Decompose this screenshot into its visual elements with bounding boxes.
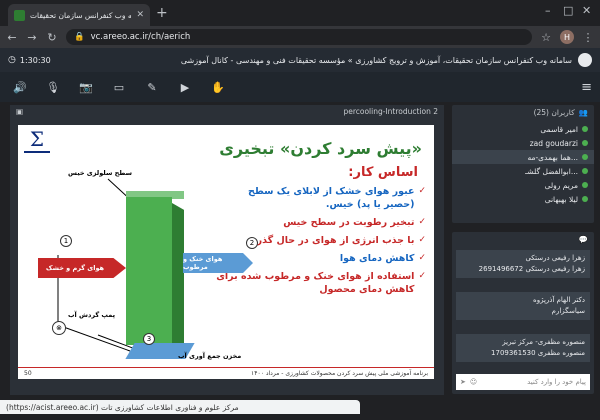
media-icon[interactable]: ▶ xyxy=(173,77,197,97)
chat-message: دکتر الهام آذرپژوه سیاسگزارم xyxy=(456,292,590,320)
user-row[interactable]: لیلا بهبهانی xyxy=(452,192,594,206)
user-row[interactable]: امیر قاسمی xyxy=(452,122,594,136)
back-icon[interactable]: ← xyxy=(6,31,18,44)
online-status-icon xyxy=(582,182,588,188)
minimize-icon[interactable]: – xyxy=(545,4,551,17)
slide-heading: اساس کار: xyxy=(348,165,418,180)
pump-label: پمپ گردش آب xyxy=(68,311,116,319)
chat-message: منصوره مظفری- مرکز تبریز منصوره مظفری 17… xyxy=(456,334,590,362)
evaporative-cooling-diagram: سطح سلولزی خیس هوای گرم و خشک هوای خنک و… xyxy=(38,165,258,365)
users-header: کاربران (25) 👥 xyxy=(533,107,588,117)
maximize-icon[interactable]: □ xyxy=(563,4,573,17)
diagram-number: 1 xyxy=(60,235,72,247)
browser-menu-icon[interactable]: ⋮ xyxy=(582,31,594,44)
raise-hand-icon[interactable]: ✋ xyxy=(206,77,230,97)
checkmark-icon: ✓ xyxy=(418,217,426,227)
presentation-header: ▣ percooling-Introduction 2 xyxy=(10,105,444,118)
chat-placeholder: پیام خود را وارد کنید xyxy=(527,378,586,386)
close-window-icon[interactable]: ✕ xyxy=(582,4,591,17)
checkmark-icon: ✓ xyxy=(418,253,426,263)
online-status-icon xyxy=(582,154,588,160)
presentation-area: ▣ percooling-Introduction 2 Σ «پیش سرد ک… xyxy=(10,105,444,395)
presentation-name: percooling-Introduction 2 xyxy=(343,107,438,116)
user-row[interactable]: مریم رولی xyxy=(452,178,594,192)
url-field[interactable]: 🔒 vc.areeo.ac.ir/ch/aerich xyxy=(66,29,532,45)
status-bar: مرکز علوم و فناوری اطلاعات کشاورزی تات (… xyxy=(0,400,360,414)
reload-icon[interactable]: ↻ xyxy=(46,31,58,44)
diagram-number: 2 xyxy=(246,237,258,249)
online-status-icon xyxy=(582,140,588,146)
audio-speaker-icon[interactable]: 🔊 xyxy=(8,77,32,97)
bullet-item: ✓ استفاده از هوای خنک و مرطوب شده برای کا… xyxy=(216,271,426,295)
slide: Σ «پیش سرد کردن» تبخیری اساس کار: ✓ عبور … xyxy=(18,125,434,379)
clock-icon: ◷ xyxy=(8,55,16,65)
forward-icon[interactable]: → xyxy=(26,31,38,44)
online-status-icon xyxy=(582,126,588,132)
tab-close-icon[interactable]: ✕ xyxy=(136,10,144,20)
checkmark-icon: ✓ xyxy=(418,271,426,281)
users-list: امیر قاسمی zad goudarzi هما بهمدی-مه... … xyxy=(452,122,594,206)
toolbar: 🔊 🎙 📷 ▭ ✎ ▶ ✋ ≡ xyxy=(0,72,600,102)
screen-share-icon[interactable]: ▭ xyxy=(107,77,131,97)
bullet-item: ✓ عبور هوای خشک از لابلای یک سطح (حصیر یا… xyxy=(248,186,426,210)
lock-icon: 🔒 xyxy=(74,32,85,42)
tab-bar: سامانه وب کنفرانس سازمان تحقیقات... ✕ + … xyxy=(0,0,600,26)
app-logo xyxy=(578,53,592,67)
app-header: ◷ 1:30:30 سامانه وب کنفرانس سازمان تحقیق… xyxy=(0,48,600,72)
pad-side xyxy=(172,203,184,358)
mic-muted-icon[interactable]: 🎙 xyxy=(41,77,65,97)
new-tab-icon[interactable]: + xyxy=(156,5,168,21)
chat-panel: 💬 زهرا رفیعی درستکی زهرا رفیعی درستکی 26… xyxy=(452,232,594,394)
emoji-icon[interactable]: ☺ xyxy=(470,378,477,386)
hide-presentation-icon[interactable]: ▣ xyxy=(16,107,23,116)
cellulose-pad xyxy=(126,197,172,345)
pen-tool-icon[interactable]: ✎ xyxy=(140,77,164,97)
users-group-icon: 👥 xyxy=(578,107,588,117)
chat-input[interactable]: ➤ ☺ پیام خود را وارد کنید xyxy=(456,374,590,390)
meeting-title: سامانه وب کنفرانس سازمان تحقیقات، آموزش … xyxy=(180,55,572,65)
url-text: vc.areeo.ac.ir/ch/aerich xyxy=(90,32,191,42)
profile-avatar[interactable]: H xyxy=(560,30,574,44)
user-row[interactable]: zad goudarzi xyxy=(452,136,594,150)
hot-air-arrow: هوای گرم و خشک xyxy=(38,258,126,278)
tank-label: مخزن جمع آوری آب xyxy=(178,352,242,360)
checkmark-icon: ✓ xyxy=(418,235,426,245)
online-status-icon xyxy=(582,168,588,174)
chat-header: 💬 xyxy=(452,232,594,246)
chat-message: زهرا رفیعی درستکی زهرا رفیعی درستکی 2691… xyxy=(456,250,590,278)
favicon-icon xyxy=(14,9,25,21)
checkmark-icon: ✓ xyxy=(418,186,426,196)
slide-logo: Σ xyxy=(24,129,50,163)
slide-footer: برنامه آموزشی ملی پیش سرد کردن محصولات ک… xyxy=(18,367,434,379)
pump-icon: ⊗ xyxy=(52,321,66,335)
tab-title: سامانه وب کنفرانس سازمان تحقیقات... xyxy=(30,10,132,20)
address-bar: ← → ↻ 🔒 vc.areeo.ac.ir/ch/aerich ☆ H ⋮ xyxy=(0,26,600,48)
cool-air-arrow: هوای خنک و مرطوب xyxy=(183,253,253,273)
user-row[interactable]: هما بهمدی-مه... xyxy=(452,150,594,164)
users-panel: کاربران (25) 👥 🎤 امیر قاسمی zad goudarzi… xyxy=(452,105,594,223)
hamburger-menu-icon[interactable]: ≡ xyxy=(581,80,592,95)
bullet-item: ✓ تبخیر رطوبت در سطح خیس xyxy=(283,217,426,228)
user-row[interactable]: ابوالفضل گلشـ... xyxy=(452,164,594,178)
online-status-icon xyxy=(582,196,588,202)
send-icon[interactable]: ➤ xyxy=(460,378,466,386)
diagram-number: 3 xyxy=(143,333,155,345)
session-timer: 1:30:30 xyxy=(19,55,51,65)
chat-icon: 💬 xyxy=(578,234,588,244)
slide-footer-text: برنامه آموزشی ملی پیش سرد کردن محصولات ک… xyxy=(251,370,428,377)
slide-title: «پیش سرد کردن» تبخیری xyxy=(219,139,422,158)
browser-tab[interactable]: سامانه وب کنفرانس سازمان تحقیقات... ✕ xyxy=(8,4,150,26)
camera-icon[interactable]: 📷 xyxy=(74,77,98,97)
bookmark-star-icon[interactable]: ☆ xyxy=(540,31,552,44)
slide-page-number: 50 xyxy=(24,370,32,377)
